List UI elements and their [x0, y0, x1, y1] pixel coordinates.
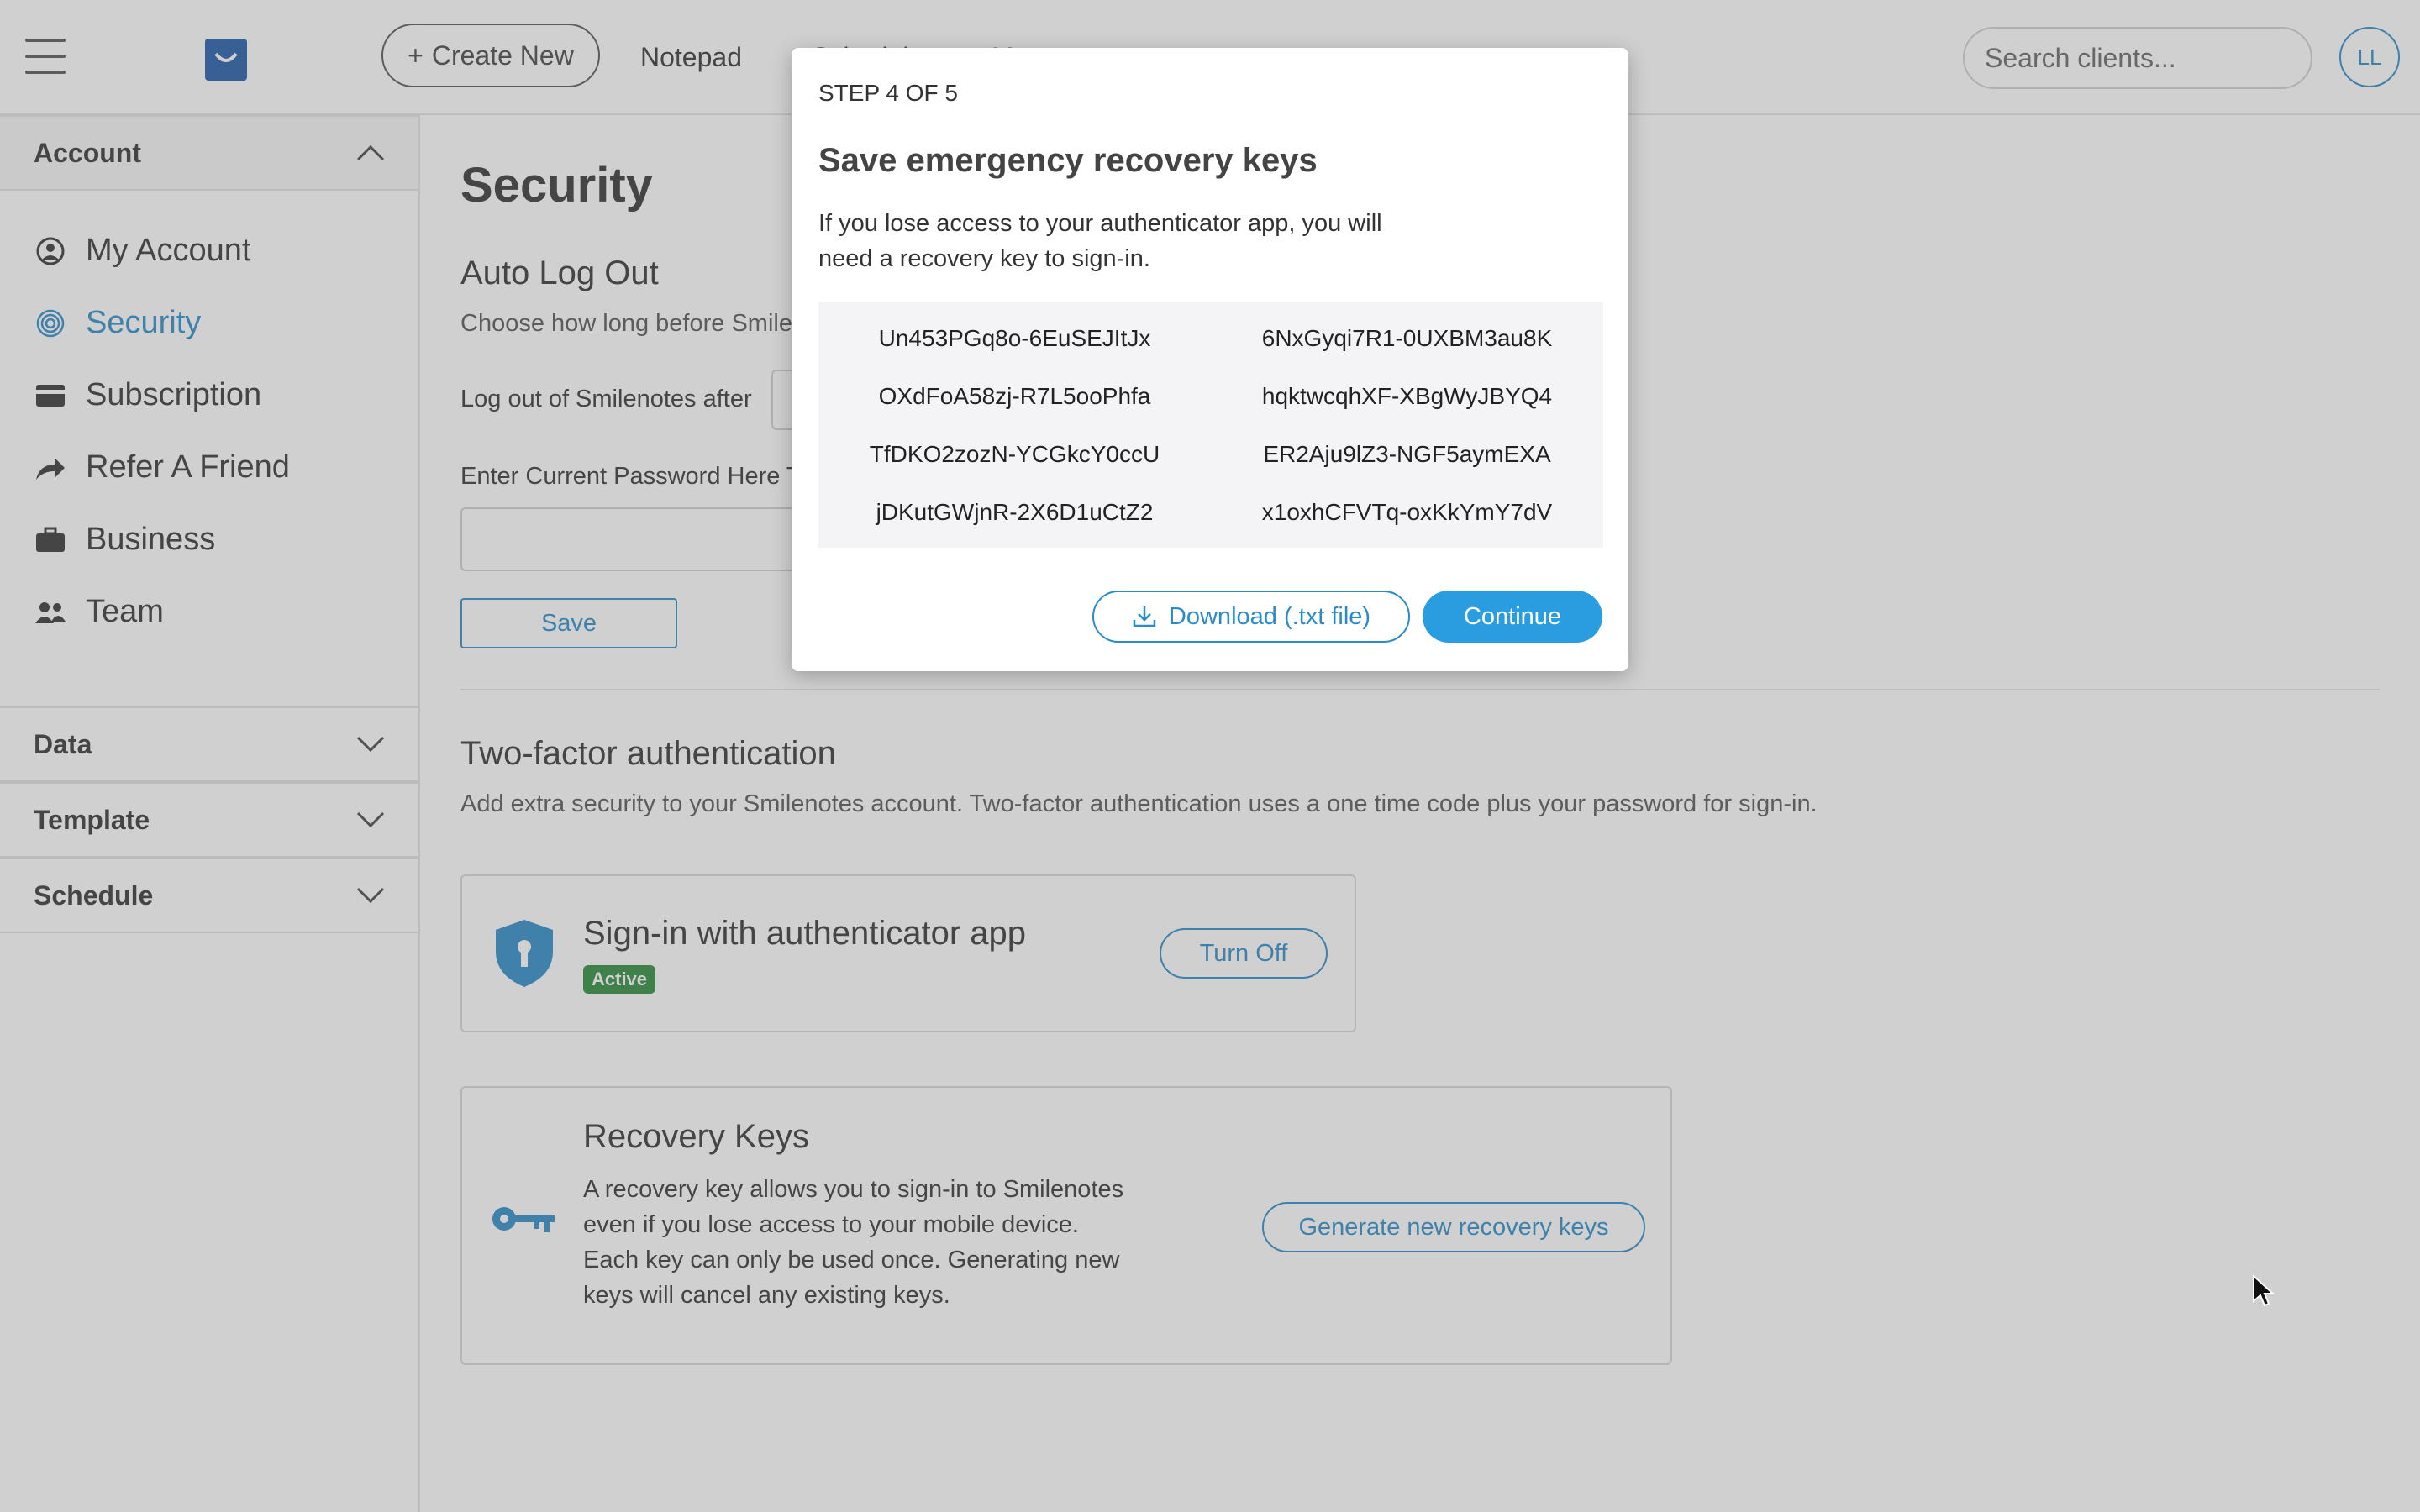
download-txt-button[interactable]: Download (.txt file) — [1092, 591, 1410, 643]
recovery-keys-modal: STEP 4 OF 5 Save emergency recovery keys… — [792, 48, 1628, 671]
recovery-key: TfDKO2zozN-YCGkcY0ccU — [869, 440, 1160, 467]
modal-description: If you lose access to your authenticator… — [818, 210, 1382, 272]
recovery-key: Un453PGq8o-6EuSEJItJx — [878, 324, 1151, 351]
recovery-keys-list: Un453PGq8o-6EuSEJItJx 6NxGyqi7R1-0UXBM3a… — [818, 302, 1603, 548]
modal-title: Save emergency recovery keys — [818, 142, 1318, 179]
recovery-key: 6NxGyqi7R1-0UXBM3au8K — [1261, 324, 1553, 351]
download-label: Download (.txt file) — [1168, 602, 1371, 630]
mouse-cursor-icon — [2253, 1274, 2275, 1307]
recovery-key: OXdFoA58zj-R7L5ooPhfa — [878, 382, 1151, 409]
recovery-key: hqktwcqhXF-XBgWyJBYQ4 — [1261, 382, 1553, 409]
continue-button[interactable]: Continue — [1423, 591, 1602, 643]
recovery-key: ER2Aju9lZ3-NGF5aymEXA — [1263, 440, 1551, 467]
download-icon — [1133, 606, 1156, 627]
recovery-key: x1oxhCFVTq-oxKkYmY7dV — [1261, 498, 1553, 525]
step-indicator: STEP 4 OF 5 — [818, 80, 958, 106]
recovery-key: jDKutGWjnR-2X6D1uCtZ2 — [876, 498, 1154, 525]
